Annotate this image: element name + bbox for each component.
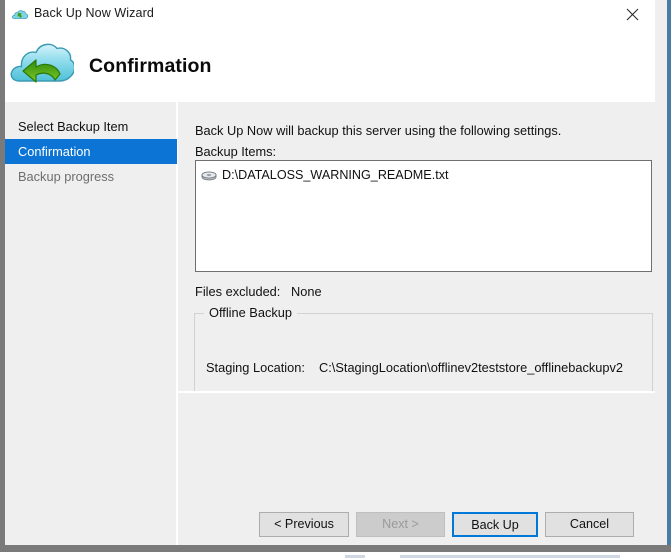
disk-drive-icon (201, 169, 217, 182)
cloud-backup-large-icon (10, 37, 76, 93)
sidebar-item-label: Backup progress (18, 169, 115, 184)
window-frame-right-fill (655, 0, 667, 552)
offline-backup-group-legend: Offline Backup (204, 305, 297, 320)
intro-text: Back Up Now will backup this server usin… (195, 123, 562, 138)
window-frame-bottom (0, 545, 671, 552)
staging-location-label: Staging Location: (206, 360, 305, 375)
backup-items-label: Backup Items: (195, 144, 277, 159)
backup-wizard-window: Back Up Now Wizard Confirmation Select B… (0, 0, 671, 558)
sidebar-item-label: Confirmation (18, 144, 91, 159)
backup-items-list[interactable]: D:\DATALOSS_WARNING_README.txt (195, 160, 652, 272)
wizard-steps-sidebar: Select Backup Item Confirmation Backup p… (5, 102, 177, 545)
sidebar-item-label: Select Backup Item (18, 119, 129, 134)
list-item-path: D:\DATALOSS_WARNING_README.txt (222, 168, 449, 182)
staging-location-value: C:\StagingLocation\offlinev2teststore_of… (319, 360, 624, 375)
files-excluded-label: Files excluded: (195, 284, 281, 299)
window-title: Back Up Now Wizard (34, 6, 154, 20)
page-title: Confirmation (89, 55, 212, 77)
close-button[interactable] (610, 0, 656, 28)
close-icon (626, 8, 639, 21)
cancel-button[interactable]: Cancel (545, 512, 634, 537)
list-item[interactable]: D:\DATALOSS_WARNING_README.txt (201, 166, 449, 184)
sidebar-item-select-backup-item[interactable]: Select Backup Item (5, 114, 177, 139)
sidebar-item-confirmation[interactable]: Confirmation (5, 139, 177, 164)
sidebar-item-backup-progress[interactable]: Backup progress (5, 164, 177, 189)
files-excluded-value: None (291, 284, 322, 299)
title-bar: Back Up Now Wizard (5, 0, 655, 29)
next-button[interactable]: Next > (356, 512, 445, 537)
wizard-header: Confirmation (5, 29, 655, 102)
previous-button[interactable]: < Previous (259, 512, 349, 537)
cloud-backup-icon (11, 7, 29, 22)
wizard-footer: < Previous Next > Back Up Cancel (178, 393, 655, 545)
window-frame-right-accent (667, 0, 671, 552)
back-up-button[interactable]: Back Up (452, 512, 538, 537)
